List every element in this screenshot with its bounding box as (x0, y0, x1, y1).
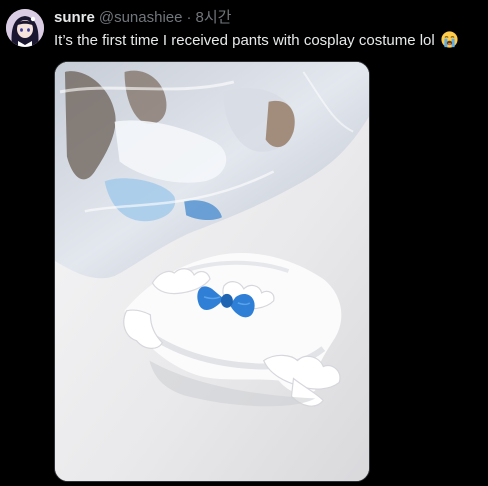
photo-cosplay-pants-icon (55, 62, 369, 481)
tweet-photo[interactable] (54, 61, 370, 482)
loudly-crying-face-emoji-icon (441, 31, 458, 48)
tweet-header: sunre @sunashiee · 8시간 (54, 9, 231, 27)
tweet-text: It’s the first time I received pants wit… (54, 32, 435, 49)
tweet[interactable]: sunre @sunashiee · 8시간 It’s the first ti… (0, 0, 488, 486)
tweet-text-container: It’s the first time I received pants wit… (54, 31, 484, 51)
display-name[interactable]: sunre (54, 9, 95, 27)
avatar-image (6, 9, 44, 47)
separator-dot: · (186, 9, 192, 26)
user-handle[interactable]: @sunashiee (99, 9, 183, 27)
avatar[interactable] (6, 9, 44, 47)
timestamp[interactable]: 8시간 (195, 9, 231, 27)
